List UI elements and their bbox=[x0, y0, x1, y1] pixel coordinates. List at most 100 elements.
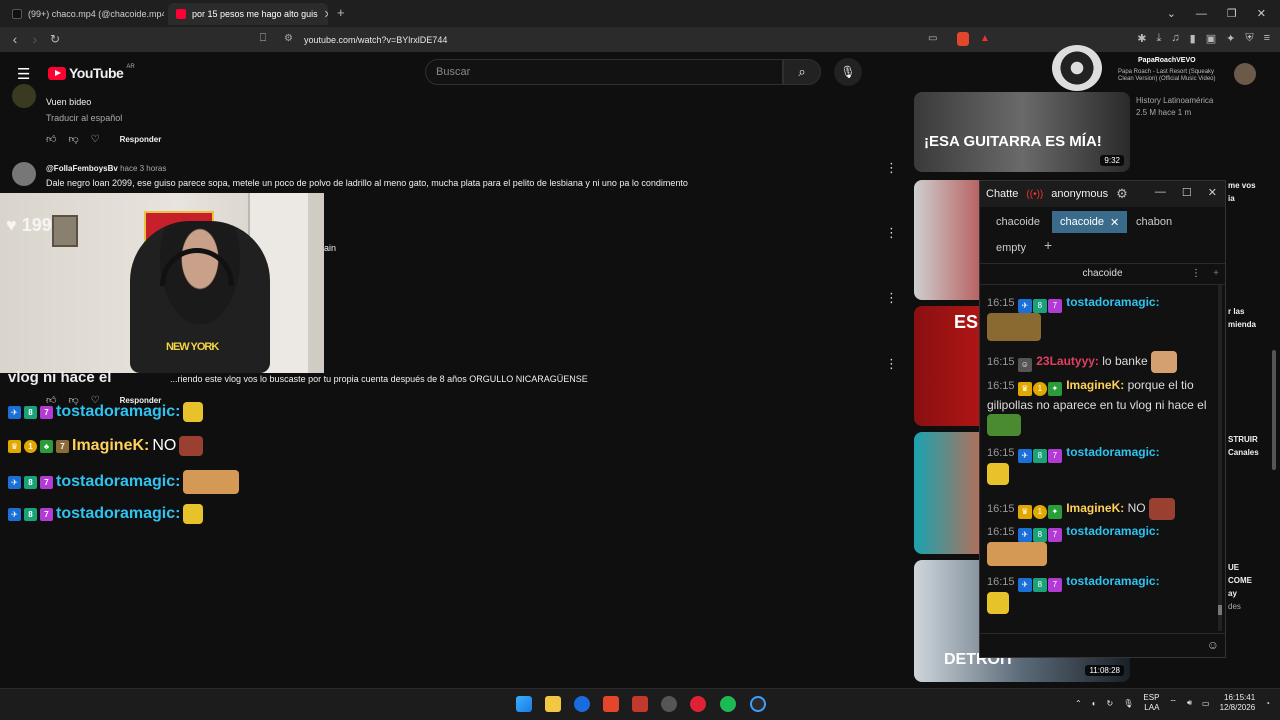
chat-input[interactable]: ☺ bbox=[980, 633, 1225, 657]
voice-search-button[interactable]: 🎙 bbox=[834, 58, 862, 86]
video-title[interactable]: r las bbox=[1228, 307, 1244, 316]
chat-tab[interactable]: empty bbox=[988, 237, 1034, 259]
chat-tab[interactable]: chacoide bbox=[988, 211, 1048, 233]
emoji-icon[interactable]: ☺ bbox=[1207, 638, 1219, 652]
chat-message: 16:15 ☺ 23Lautyyy: lo banke bbox=[987, 351, 1209, 373]
thumbs-down-icon[interactable]: 👎︎ bbox=[68, 133, 78, 145]
puzzle-icon[interactable]: ✱ bbox=[1137, 32, 1146, 45]
video-title[interactable]: ay bbox=[1228, 589, 1237, 598]
bookmark-button[interactable]: ⎕ bbox=[254, 32, 272, 45]
chatterino-icon[interactable] bbox=[750, 696, 766, 712]
spotify-icon[interactable] bbox=[720, 696, 736, 712]
close-icon[interactable]: ✕ bbox=[1208, 186, 1217, 199]
keyboard-language[interactable]: ESP LAA bbox=[1143, 693, 1159, 713]
chat-tab-active[interactable]: chacoide ✕ bbox=[1052, 211, 1128, 233]
chat-account[interactable]: anonymous bbox=[1051, 188, 1108, 200]
video-title[interactable]: me vos bbox=[1228, 181, 1256, 190]
minimize-icon[interactable]: — bbox=[1196, 8, 1207, 20]
close-window-icon[interactable]: ✕ bbox=[1257, 7, 1266, 20]
browser-tab-youtube[interactable]: por 15 pesos me hago alto guis ✕ bbox=[168, 3, 328, 25]
thumbs-up-icon[interactable]: 👍︎ bbox=[46, 133, 56, 145]
clock[interactable]: 16:15:41 12/8/2026 bbox=[1220, 693, 1256, 713]
more-options-icon[interactable]: ⋮ bbox=[885, 160, 898, 176]
menu-icon[interactable]: ≡ bbox=[1264, 32, 1270, 45]
video-title[interactable]: COME bbox=[1228, 576, 1252, 585]
site-settings-icon[interactable]: ⚙ bbox=[284, 33, 293, 44]
file-explorer-icon[interactable] bbox=[545, 696, 561, 712]
url-field[interactable]: ⚙ youtube.com/watch?v=BYlrxlDE744 bbox=[280, 30, 1000, 50]
reply-button[interactable]: Responder bbox=[120, 135, 162, 144]
user-avatar[interactable] bbox=[1234, 63, 1256, 85]
battery-icon[interactable]: ▭ bbox=[1202, 699, 1210, 708]
forward-button[interactable]: › bbox=[26, 31, 44, 47]
miniplayer-overlay[interactable]: PapaRoachVEVO Papa Roach - Last Resort (… bbox=[1052, 45, 1228, 91]
wifi-icon[interactable]: ⌔ bbox=[1169, 698, 1177, 708]
brave-shield-icon[interactable] bbox=[957, 32, 969, 46]
reload-button[interactable]: ↻ bbox=[46, 32, 64, 46]
tab-title: (99+) chaco.mp4 (@chacoide.mp4) | T bbox=[28, 9, 164, 19]
add-tab-button[interactable]: + bbox=[1044, 237, 1052, 253]
vpn-icon[interactable]: ⛨ bbox=[1245, 32, 1253, 45]
mic-tray-icon[interactable]: 🎙 bbox=[1123, 699, 1133, 708]
plus-icon[interactable]: + bbox=[1213, 264, 1219, 284]
badge-icon: 8 bbox=[24, 475, 37, 489]
bing-icon[interactable] bbox=[574, 696, 590, 712]
back-button[interactable]: ‹ bbox=[6, 31, 24, 47]
obs-icon[interactable] bbox=[661, 696, 677, 712]
browser-tab-tiktok[interactable]: (99+) chaco.mp4 (@chacoide.mp4) | T bbox=[4, 3, 164, 25]
restore-icon[interactable]: ❐ bbox=[1227, 7, 1237, 20]
heart-icon[interactable]: ♡ bbox=[91, 134, 100, 145]
new-tab-button[interactable]: + bbox=[337, 5, 345, 20]
comment-avatar[interactable] bbox=[12, 162, 36, 186]
close-tab-icon[interactable]: ✕ bbox=[1110, 216, 1119, 229]
chevron-up-icon[interactable]: ⌃ bbox=[1075, 699, 1082, 708]
chevron-down-icon[interactable]: ⌄ bbox=[1167, 7, 1176, 20]
maximize-icon[interactable]: ☐ bbox=[1182, 186, 1192, 199]
volume-icon[interactable]: 🔊︎ bbox=[1187, 698, 1192, 708]
cast-icon[interactable]: ▭ bbox=[928, 33, 937, 44]
media-app-icon[interactable] bbox=[632, 696, 648, 712]
chat-scrollbar[interactable] bbox=[1218, 285, 1222, 631]
network-icon[interactable]: ◐ bbox=[1092, 699, 1097, 708]
more-options-icon[interactable]: ⋮ bbox=[885, 290, 898, 306]
notification-icon[interactable]: ◔ bbox=[1265, 699, 1270, 708]
more-options-icon[interactable]: ⋮ bbox=[885, 356, 898, 372]
close-tab-icon[interactable]: ✕ bbox=[324, 8, 328, 21]
video-title[interactable]: STRUIR bbox=[1228, 435, 1258, 444]
sidebar-icon[interactable]: ▮ bbox=[1190, 32, 1196, 45]
video-thumbnail[interactable]: ¡ESA GUITARRA ES MÍA! 9:32 bbox=[914, 92, 1130, 172]
video-title[interactable]: ia bbox=[1228, 194, 1235, 203]
minimize-icon[interactable]: — bbox=[1155, 186, 1166, 199]
search-button[interactable]: ⌕ bbox=[783, 59, 821, 85]
gear-icon[interactable]: ⚙ bbox=[1116, 186, 1128, 202]
leo-icon[interactable]: ✦ bbox=[1226, 32, 1235, 45]
overlay-username: ImagineK: bbox=[72, 437, 150, 454]
video-channel[interactable]: History Latinoamérica bbox=[1136, 96, 1213, 105]
more-options-icon[interactable]: ⋮ bbox=[1191, 264, 1201, 284]
chat-message: 16:15 ✈ 8 7 tostadoramagic: bbox=[987, 293, 1209, 341]
video-title[interactable]: UE bbox=[1228, 563, 1239, 572]
video-title[interactable]: mienda bbox=[1228, 320, 1256, 329]
page-scrollbar[interactable] bbox=[1272, 350, 1276, 470]
app-icon[interactable] bbox=[690, 696, 706, 712]
comment-text: Vuen bideo bbox=[46, 97, 92, 107]
youtube-logo[interactable]: YouTube AR bbox=[48, 64, 135, 81]
hamburger-menu-icon[interactable]: ☰ bbox=[17, 65, 30, 83]
video-title[interactable]: Canales bbox=[1228, 448, 1259, 457]
search-input[interactable]: Buscar bbox=[425, 59, 783, 85]
chat-tab[interactable]: chabon bbox=[1128, 211, 1180, 233]
brave-rewards-icon[interactable]: ▲ bbox=[980, 33, 990, 44]
windows-start-icon[interactable] bbox=[516, 696, 532, 712]
wallet-icon[interactable]: ▣ bbox=[1206, 32, 1216, 45]
brave-browser-icon[interactable] bbox=[603, 696, 619, 712]
comment-author[interactable]: @FollaFemboysBv hace 3 horas bbox=[46, 164, 166, 173]
more-options-icon[interactable]: ⋮ bbox=[885, 225, 898, 241]
scrollbar-thumb[interactable] bbox=[1218, 605, 1222, 615]
update-icon[interactable]: ↻ bbox=[1107, 699, 1114, 708]
comment-text: Dale negro loan 2099, ese guiso parece s… bbox=[46, 178, 688, 188]
comment-avatar[interactable] bbox=[12, 84, 36, 108]
download-icon[interactable]: ⤓ bbox=[1157, 32, 1162, 45]
overlay-chat-line: ✈ 8 7 tostadoramagic: bbox=[8, 470, 240, 494]
music-icon[interactable]: ♫ bbox=[1171, 32, 1179, 45]
translate-link[interactable]: Traducir al español bbox=[46, 113, 122, 123]
